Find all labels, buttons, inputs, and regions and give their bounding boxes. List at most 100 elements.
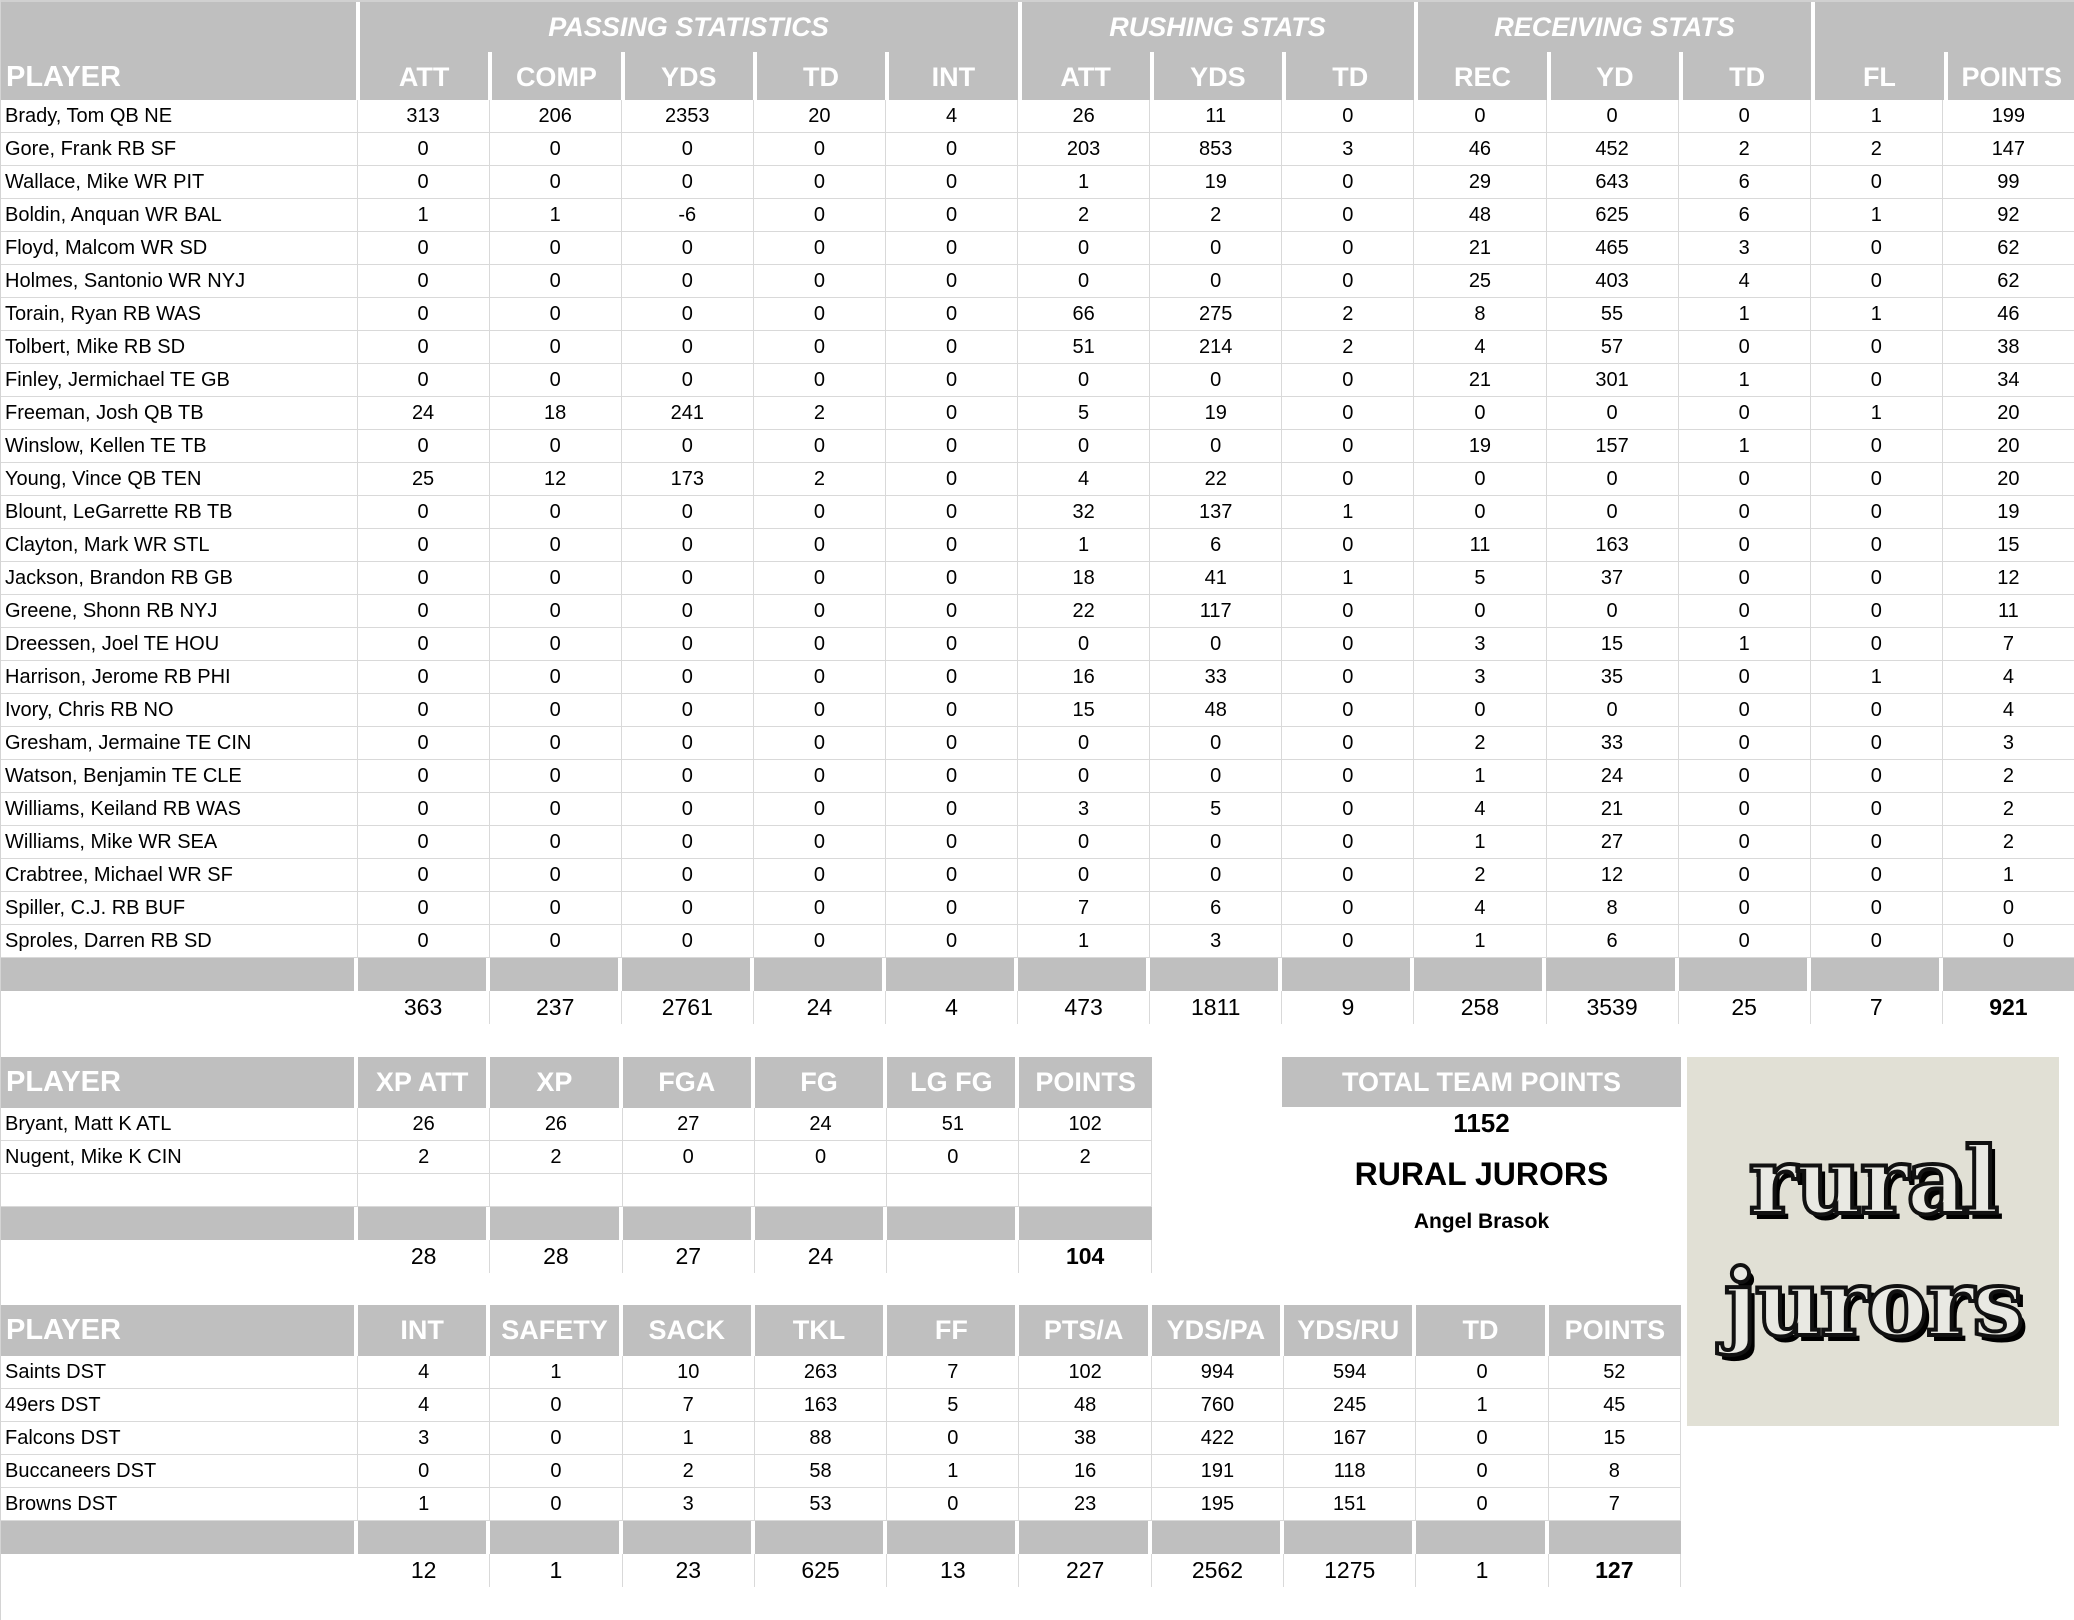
player-column-header: PLAYER — [6, 60, 121, 93]
stat-cell: 4 — [1018, 463, 1151, 496]
stat-cell: 2 — [490, 1141, 623, 1174]
stat-cell: 0 — [489, 298, 622, 331]
player-name: Winslow, Kellen TE TB — [1, 430, 358, 463]
stat-cell: 0 — [1018, 232, 1151, 265]
stat-cell: 53 — [754, 1488, 888, 1521]
stat-cell: 0 — [1282, 727, 1415, 760]
stat-cell: 62 — [1942, 232, 2074, 265]
spacer-cell — [1284, 1521, 1417, 1554]
column-divider — [1811, 2, 1816, 102]
stat-cell: 0 — [1018, 364, 1151, 397]
stat-cell: 0 — [885, 793, 1019, 826]
total-cell: 1 — [490, 1554, 623, 1587]
stat-cell: 0 — [754, 1141, 888, 1174]
stat-cell: 0 — [1810, 430, 1943, 463]
stat-cell: 11 — [1414, 529, 1547, 562]
stat-cell: 0 — [753, 199, 886, 232]
stat-cell: 0 — [1678, 100, 1811, 133]
table-header: PLAYER INT SAFETY SACK TKL FF PTS/A YDS/PA YDS/R… — [1, 1305, 1681, 1356]
player-name: Holmes, Santonio WR NYJ — [1, 265, 358, 298]
rushing-group-title: RUSHING STATS — [1109, 11, 1326, 42]
stat-cell: 15 — [1018, 694, 1151, 727]
stat-cell: 0 — [1282, 760, 1415, 793]
stat-cell: 0 — [753, 694, 886, 727]
stat-cell: 0 — [1678, 760, 1811, 793]
column-header-pass-int: INT — [931, 61, 976, 92]
stat-cell: 4 — [1414, 331, 1547, 364]
stat-cell: 2 — [1414, 727, 1547, 760]
stat-cell: 20 — [753, 100, 886, 133]
stat-cell: 994 — [1151, 1356, 1285, 1389]
total-cell: 24 — [754, 991, 886, 1024]
stat-cell: 38 — [1019, 1422, 1152, 1455]
table-row: Greene, Shonn RB NYJ 0 0 0 0 0 22 117 0 0 0 0 0 11 — [1, 595, 2074, 628]
total-cell: 2562 — [1152, 1554, 1285, 1587]
stat-cell: 102 — [1019, 1356, 1152, 1389]
stat-cell: 22 — [1018, 595, 1151, 628]
stat-cell: 594 — [1284, 1356, 1417, 1389]
stat-cell: 2 — [1282, 331, 1415, 364]
player-name: Greene, Shonn RB NYJ — [1, 595, 358, 628]
stat-cell: 48 — [1150, 694, 1283, 727]
stat-cell: 0 — [1810, 529, 1943, 562]
total-cell: 27 — [623, 1240, 755, 1273]
total-cell: 473 — [1018, 991, 1151, 1024]
stat-cell: 0 — [753, 661, 886, 694]
stat-cell: 173 — [621, 463, 754, 496]
table-row: Tolbert, Mike RB SD 0 0 0 0 0 51 214 2 4 57 0 0 38 — [1, 331, 2074, 364]
stat-cell: 2 — [1942, 760, 2074, 793]
totals-row: 28 28 27 24 104 — [1, 1240, 1152, 1273]
stat-cell: 206 — [489, 100, 622, 133]
player-name: Tolbert, Mike RB SD — [1, 331, 358, 364]
column-divider — [1943, 52, 1948, 102]
stat-cell: 1 — [1678, 430, 1811, 463]
stat-cell: 19 — [1150, 166, 1283, 199]
stat-cell: 0 — [621, 826, 754, 859]
player-name: Falcons DST — [1, 1422, 358, 1455]
stat-cell: 465 — [1546, 232, 1679, 265]
stat-cell: 0 — [621, 364, 754, 397]
stat-cell: 62 — [1942, 265, 2074, 298]
total-cell: 25 — [1679, 991, 1811, 1024]
stat-cell: 11 — [1942, 595, 2074, 628]
stat-cell: 0 — [621, 628, 754, 661]
stat-cell: 4 — [358, 1356, 491, 1389]
stat-cell — [887, 1174, 1020, 1207]
stat-cell: 0 — [1282, 892, 1415, 925]
stat-cell: 0 — [621, 661, 754, 694]
stat-cell: 7 — [1942, 628, 2074, 661]
stat-cell: 57 — [1546, 331, 1679, 364]
stat-cell: 0 — [885, 265, 1019, 298]
stat-cell: 0 — [357, 793, 490, 826]
table-row: Nugent, Mike K CIN 2 2 0 0 0 2 — [1, 1141, 1152, 1174]
stat-cell: 0 — [1282, 232, 1415, 265]
stat-cell: 15 — [1546, 628, 1679, 661]
stat-cell: 241 — [621, 397, 754, 430]
stat-cell: 2 — [1678, 133, 1811, 166]
table-row: Clayton, Mark WR STL 0 0 0 0 0 1 6 0 11 163 0 0 15 — [1, 529, 2074, 562]
stat-cell: 3 — [1282, 133, 1415, 166]
column-header: XP ATT — [358, 1057, 491, 1108]
column-header-pass-att: ATT — [398, 61, 450, 92]
table-row: Ivory, Chris RB NO 0 0 0 0 0 15 48 0 0 0 0 0 4 — [1, 694, 2074, 727]
stat-cell: 0 — [1414, 463, 1547, 496]
stat-cell: 163 — [754, 1389, 888, 1422]
stat-cell: 48 — [1414, 199, 1547, 232]
stat-cell: 4 — [1414, 892, 1547, 925]
stat-cell: 5 — [1018, 397, 1151, 430]
stat-cell: 0 — [357, 925, 490, 958]
stat-cell: 0 — [1282, 628, 1415, 661]
stat-cell: 1 — [1942, 859, 2074, 892]
stat-cell: 0 — [1810, 760, 1943, 793]
stat-cell: 214 — [1150, 331, 1283, 364]
stat-cell: 21 — [1546, 793, 1679, 826]
stat-cell — [1019, 1174, 1152, 1207]
stat-cell: 5 — [1150, 793, 1283, 826]
stat-cell: 0 — [1282, 793, 1415, 826]
column-header: SAFETY — [490, 1305, 623, 1356]
column-header: YDS/PA — [1151, 1305, 1285, 1356]
stat-cell: 0 — [489, 661, 622, 694]
table-row: Gore, Frank RB SF 0 0 0 0 0 203 853 3 46 452 2 2 147 — [1, 133, 2074, 166]
spacer-cell — [1, 958, 358, 991]
stat-cell: 0 — [885, 199, 1019, 232]
